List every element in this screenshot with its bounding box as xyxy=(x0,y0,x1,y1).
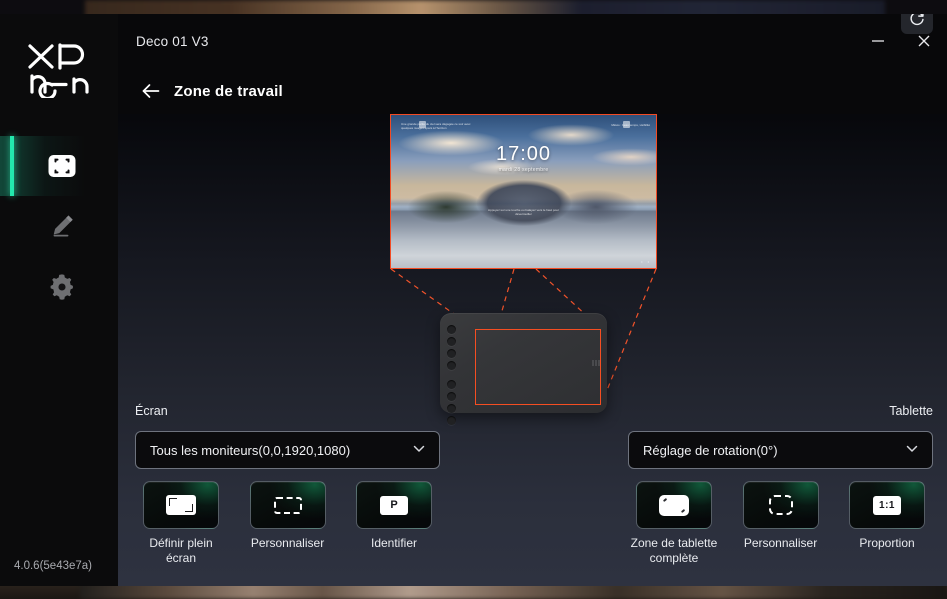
tablet-express-keys xyxy=(447,325,459,425)
wallpaper-taskbar: • • xyxy=(641,259,651,264)
identify-button[interactable]: P Identifier xyxy=(348,481,440,566)
screen-settings-column: Écran Tous les moniteurs(0,0,1920,1080) … xyxy=(135,404,440,566)
tablet-settings-column: Tablette Réglage de rotation(0°) Zone de… xyxy=(628,404,933,566)
minimize-button[interactable] xyxy=(855,14,901,68)
wallpaper-hint-text: Appuyez sur une touche ou balayez vers l… xyxy=(488,208,559,217)
tablet-customize-label: Personnaliser xyxy=(743,536,818,550)
tablet-device-graphic[interactable] xyxy=(440,313,607,425)
sidebar-item-work-area[interactable] xyxy=(0,136,118,196)
screen-customize-tile[interactable] xyxy=(249,481,326,529)
wallpaper-date: mardi 28 septembre xyxy=(498,167,549,173)
tablet-key[interactable] xyxy=(447,337,456,346)
chevron-down-icon xyxy=(904,441,920,460)
rotation-select-dropdown[interactable]: Réglage de rotation(0°) xyxy=(628,431,933,469)
title-bar: Deco 01 V3 xyxy=(118,14,947,68)
identify-label: Identifier xyxy=(370,536,418,550)
full-tablet-area-label: Zone de tablette complète xyxy=(630,536,718,565)
window-title: Deco 01 V3 xyxy=(136,33,209,49)
screen-customize-button[interactable]: Personnaliser xyxy=(242,481,334,566)
monitor-select-value: Tous les moniteurs(0,0,1920,1080) xyxy=(150,442,351,458)
identify-p-icon: P xyxy=(380,495,408,515)
identify-tile[interactable]: P xyxy=(356,481,432,529)
sidebar-item-pen[interactable] xyxy=(0,196,118,256)
customize-dashed-icon xyxy=(768,495,793,515)
active-indicator-bar xyxy=(10,136,14,196)
full-tablet-area-tile[interactable] xyxy=(636,481,712,529)
work-area-icon xyxy=(46,150,78,182)
refresh-button[interactable] xyxy=(901,14,933,34)
wallpaper-widget-left: Une grande partie du ciel sera dégagée c… xyxy=(401,122,471,131)
tablet-section-label: Tablette xyxy=(889,404,933,418)
wallpaper-clock: 17:00 xyxy=(495,143,552,165)
xppen-logo xyxy=(26,40,96,98)
app-version-label: 4.0.6(5e43e7a) xyxy=(14,560,93,572)
ratio-icon: 1:1 xyxy=(873,495,901,515)
customize-dashed-icon xyxy=(273,496,302,514)
desktop-wallpaper-image xyxy=(391,115,656,268)
wallpaper-widget-right: Météo : beau temps, visibilité xyxy=(611,123,650,127)
gear-icon xyxy=(46,270,78,302)
fullscreen-icon xyxy=(166,495,196,515)
xppen-app-window: 4.0.6(5e43e7a) Deco 01 V3 Zone de travai… xyxy=(0,14,947,586)
tablet-key[interactable] xyxy=(447,392,456,401)
tablet-key[interactable] xyxy=(447,325,456,334)
tablet-key[interactable] xyxy=(447,349,456,358)
proportion-button[interactable]: 1:1 Proportion xyxy=(841,481,933,566)
monitor-select-dropdown[interactable]: Tous les moniteurs(0,0,1920,1080) xyxy=(135,431,440,469)
full-tablet-area-button[interactable]: Zone de tablette complète xyxy=(628,481,720,566)
set-fullscreen-label: Définir plein écran xyxy=(149,536,213,565)
monitor-preview[interactable]: Une grande partie du ciel sera dégagée c… xyxy=(390,114,657,269)
tablet-action-buttons: Zone de tablette complète Personnaliser … xyxy=(628,481,933,566)
tablet-customize-tile[interactable] xyxy=(742,481,819,529)
active-indicator-bar xyxy=(10,256,14,316)
mapping-controls: Écran Tous les moniteurs(0,0,1920,1080) … xyxy=(118,404,947,586)
screen-action-buttons: Définir plein écran Personnaliser P Iden… xyxy=(135,481,440,566)
main-panel: Deco 01 V3 Zone de travail Une grande pa… xyxy=(118,14,947,586)
pen-icon xyxy=(46,210,78,242)
page-header: Zone de travail xyxy=(118,68,947,114)
sidebar: 4.0.6(5e43e7a) xyxy=(0,14,118,586)
sidebar-nav xyxy=(0,136,118,316)
back-arrow-icon[interactable] xyxy=(140,80,162,102)
set-fullscreen-button[interactable]: Définir plein écran xyxy=(135,481,227,566)
proportion-label: Proportion xyxy=(859,536,915,550)
screen-section-label: Écran xyxy=(135,404,168,418)
sidebar-item-settings[interactable] xyxy=(0,256,118,316)
proportion-tile[interactable]: 1:1 xyxy=(849,481,925,529)
rotation-select-value: Réglage de rotation(0°) xyxy=(643,442,778,458)
chevron-down-icon xyxy=(411,441,427,460)
screen-customize-label: Personnaliser xyxy=(250,536,325,550)
tablet-active-area[interactable] xyxy=(475,329,601,405)
tablet-customize-button[interactable]: Personnaliser xyxy=(735,481,827,566)
tablet-key[interactable] xyxy=(447,380,456,389)
page-title: Zone de travail xyxy=(174,82,283,100)
mapping-preview-stage: Une grande partie du ciel sera dégagée c… xyxy=(118,114,947,438)
tablet-key[interactable] xyxy=(447,361,456,370)
set-fullscreen-tile[interactable] xyxy=(143,481,219,529)
full-tablet-area-icon xyxy=(659,494,689,516)
active-indicator-bar xyxy=(10,196,14,256)
